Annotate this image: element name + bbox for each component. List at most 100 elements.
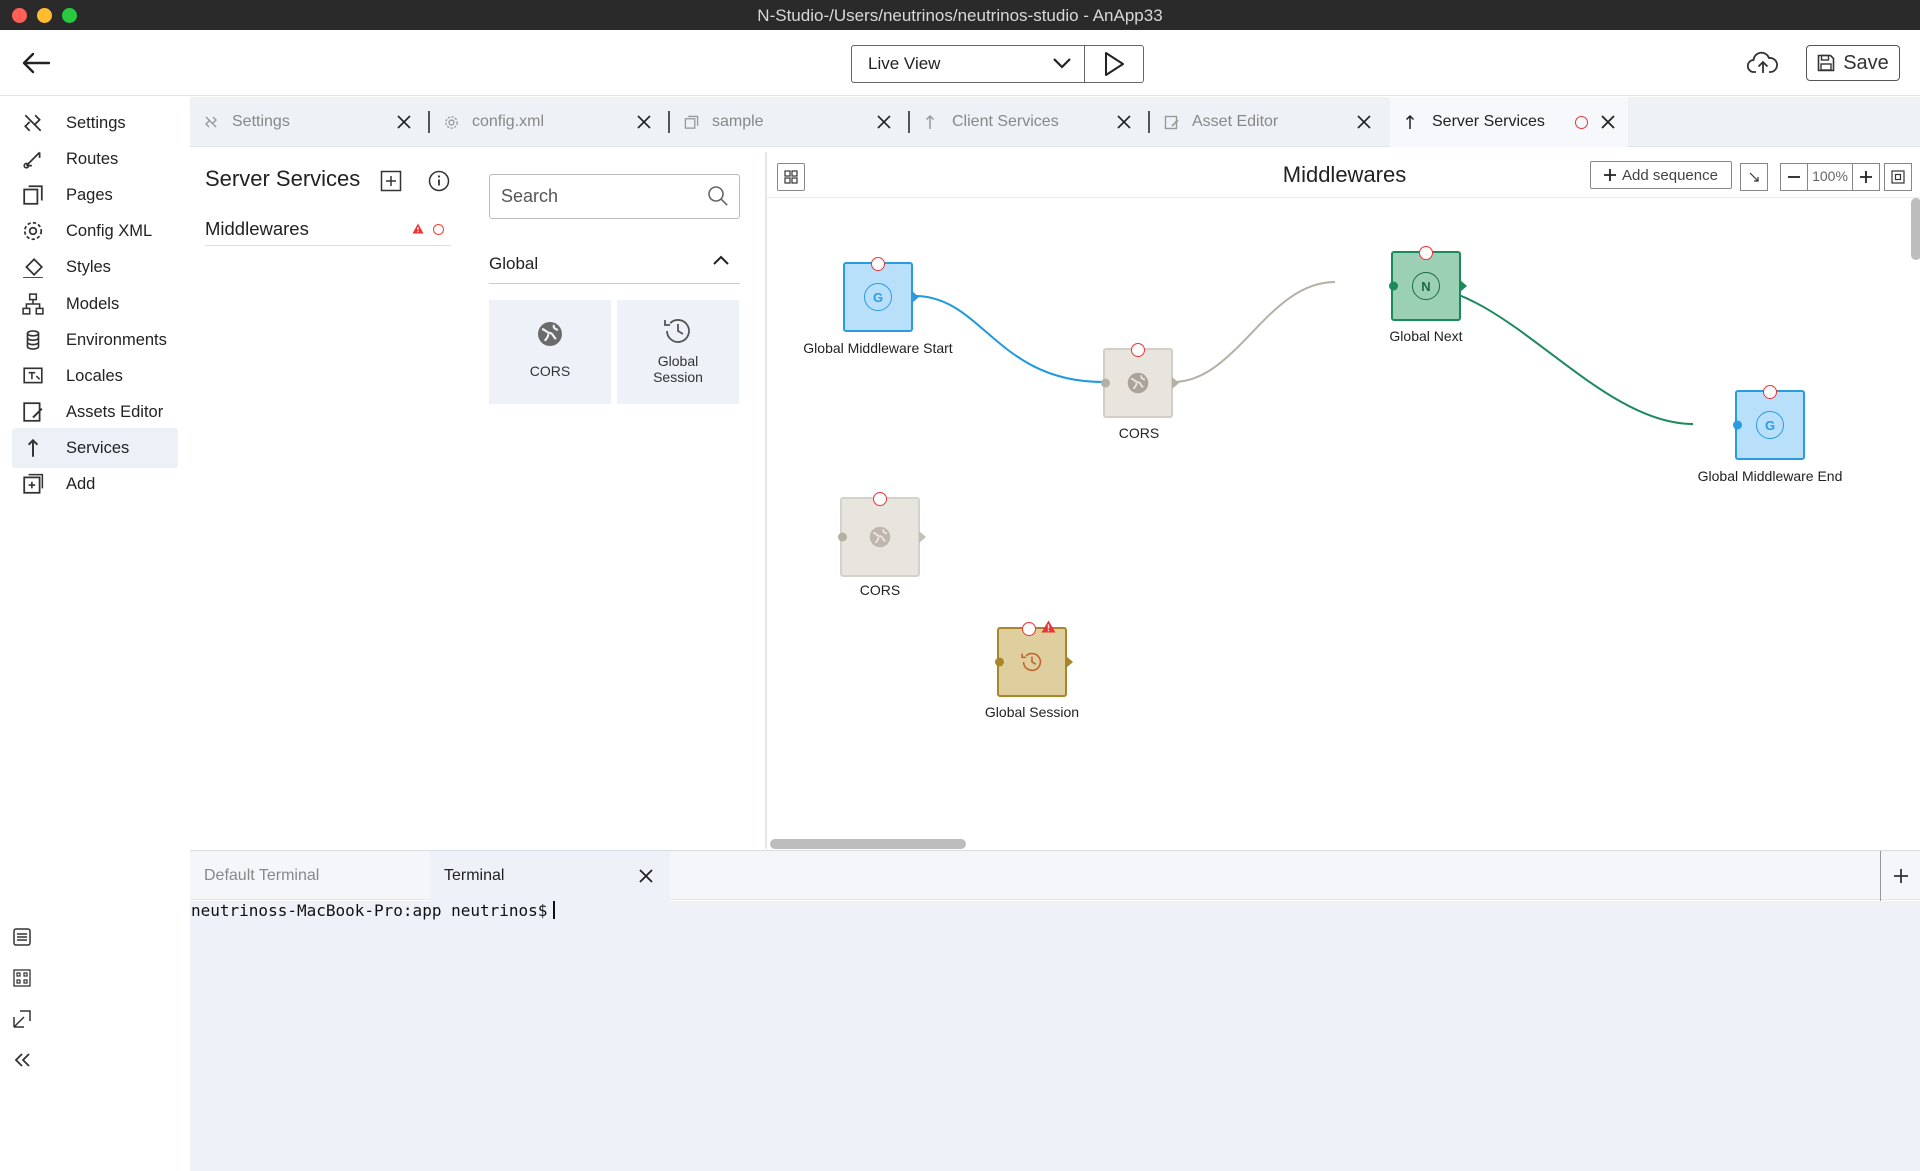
palette-card-cors[interactable]: CORS bbox=[489, 300, 611, 404]
node-global-next[interactable]: N bbox=[1389, 246, 1467, 321]
sidebar-item-models[interactable]: Models bbox=[12, 284, 178, 324]
tab-settings[interactable]: Settings bbox=[190, 97, 430, 147]
terminal-prompt-line: neutrinoss-MacBook-Pro:app neutrinos$ bbox=[191, 901, 556, 920]
close-window-button[interactable] bbox=[12, 8, 27, 23]
node-global-session[interactable] bbox=[995, 620, 1073, 697]
minimize-panel-button[interactable] bbox=[9, 1006, 35, 1032]
sidebar-item-settings[interactable]: Settings bbox=[12, 103, 178, 143]
sidebar-item-locales[interactable]: Locales bbox=[12, 356, 178, 396]
tools-icon bbox=[205, 116, 217, 128]
floppy-disk-icon bbox=[1817, 54, 1835, 72]
node-global-middleware-start[interactable]: G bbox=[843, 257, 919, 332]
terminal-tab-label: Terminal bbox=[444, 867, 505, 884]
node-input-port[interactable] bbox=[1101, 378, 1110, 388]
back-button[interactable] bbox=[18, 48, 54, 78]
tab-close-button[interactable] bbox=[1112, 110, 1136, 134]
globe-icon bbox=[538, 322, 562, 346]
tab-close-button[interactable] bbox=[1596, 110, 1620, 134]
sidebar-item-services[interactable]: Services bbox=[12, 428, 178, 468]
search-icon bbox=[708, 186, 728, 206]
tab-sample[interactable]: sample bbox=[670, 97, 910, 147]
add-service-button[interactable] bbox=[380, 170, 402, 192]
deploy-button[interactable] bbox=[1746, 48, 1780, 78]
save-button[interactable]: Save bbox=[1806, 45, 1900, 81]
maximize-window-button[interactable] bbox=[62, 8, 77, 23]
node-cors-unlinked[interactable] bbox=[838, 492, 926, 577]
run-button[interactable] bbox=[1085, 46, 1143, 82]
gear-icon bbox=[23, 221, 43, 241]
sidebar-item-label: Assets Editor bbox=[66, 402, 164, 421]
node-input-port[interactable] bbox=[995, 657, 1004, 667]
sidebar-item-environments[interactable]: Environments bbox=[12, 320, 178, 360]
plus-icon bbox=[1893, 869, 1908, 883]
terminal-close-button[interactable] bbox=[634, 864, 658, 888]
sidebar-item-pages[interactable]: Pages bbox=[12, 175, 178, 215]
unsaved-indicator-icon bbox=[433, 224, 444, 235]
server-services-panel: Server Services Middlewares bbox=[193, 152, 461, 849]
tab-terminal[interactable]: Terminal bbox=[430, 851, 670, 901]
node-status-indicator bbox=[1419, 246, 1433, 260]
terminal-tab-label: Default Terminal bbox=[204, 867, 320, 884]
sidebar-item-label: Add bbox=[66, 474, 96, 493]
toggle-list-button[interactable] bbox=[9, 924, 35, 950]
sidebar-item-styles[interactable]: Styles bbox=[12, 247, 178, 287]
minimize-window-button[interactable] bbox=[37, 8, 52, 23]
history-clock-icon bbox=[1021, 652, 1042, 672]
middleware-palette: Global CORS Global Session bbox=[468, 152, 758, 849]
node-global-middleware-end[interactable]: G bbox=[1733, 385, 1805, 460]
node-output-port[interactable] bbox=[919, 531, 926, 543]
view-mode-value: Live View bbox=[868, 54, 941, 73]
models-icon bbox=[22, 293, 44, 315]
tab-server-services[interactable]: Server Services bbox=[1390, 97, 1628, 147]
node-output-port[interactable] bbox=[1460, 280, 1467, 292]
unsaved-indicator-icon bbox=[1575, 115, 1588, 129]
sidebar-item-config-xml[interactable]: Config XML bbox=[12, 211, 178, 251]
tab-asset-editor[interactable]: Asset Editor bbox=[1150, 97, 1390, 147]
toggle-grid-button[interactable] bbox=[9, 965, 35, 991]
tab-default-terminal[interactable]: Default Terminal bbox=[190, 851, 430, 901]
node-status-indicator bbox=[1131, 343, 1145, 357]
close-icon bbox=[397, 115, 411, 129]
node-input-port[interactable] bbox=[1389, 281, 1398, 291]
palette-card-global-session[interactable]: Global Session bbox=[617, 300, 739, 404]
sidebar-item-routes[interactable]: Routes bbox=[12, 139, 178, 179]
history-clock-icon bbox=[664, 319, 690, 343]
node-glyph: N bbox=[1412, 272, 1440, 300]
tab-close-button[interactable] bbox=[392, 110, 416, 134]
node-output-port[interactable] bbox=[912, 291, 919, 303]
terminal-output[interactable]: neutrinoss-MacBook-Pro:app neutrinos$ bbox=[190, 901, 1920, 1171]
routes-icon bbox=[23, 151, 41, 169]
node-input-port[interactable] bbox=[1733, 420, 1742, 430]
list-icon bbox=[13, 928, 31, 946]
tab-close-button[interactable] bbox=[872, 110, 896, 134]
collapse-sidebar-button[interactable] bbox=[9, 1047, 35, 1073]
flow-canvas[interactable]: Middlewares Add sequence 100% G Global M… bbox=[765, 152, 1920, 849]
tab-config-xml[interactable]: config.xml bbox=[430, 97, 670, 147]
node-output-port[interactable] bbox=[1172, 377, 1179, 389]
vertical-scrollbar[interactable] bbox=[1911, 198, 1920, 260]
sidebar-item-label: Locales bbox=[66, 366, 123, 385]
view-mode-select[interactable]: Live View bbox=[852, 46, 1085, 82]
node-output-port[interactable] bbox=[1066, 656, 1073, 668]
terminal-prompt: neutrinoss-MacBook-Pro:app neutrinos$ bbox=[191, 901, 548, 920]
service-item-middlewares[interactable]: Middlewares bbox=[205, 216, 451, 246]
tab-close-button[interactable] bbox=[1352, 110, 1376, 134]
connection-cors-to-next bbox=[1172, 281, 1336, 383]
search-input[interactable] bbox=[490, 175, 705, 217]
text-cursor bbox=[553, 901, 556, 919]
sidebar-item-add[interactable]: Add bbox=[12, 464, 178, 504]
horizontal-scrollbar[interactable] bbox=[770, 839, 966, 849]
palette-group-header[interactable]: Global bbox=[489, 240, 740, 284]
palette-group-label: Global bbox=[489, 254, 539, 273]
tab-close-button[interactable] bbox=[632, 110, 656, 134]
service-arrow-icon bbox=[1405, 114, 1415, 129]
tab-client-services[interactable]: Client Services bbox=[910, 97, 1150, 147]
chevron-down-icon bbox=[1053, 58, 1071, 69]
sidebar-item-assets-editor[interactable]: Assets Editor bbox=[12, 392, 178, 432]
new-terminal-button[interactable] bbox=[1880, 851, 1920, 901]
node-input-port[interactable] bbox=[838, 532, 847, 542]
node-cors[interactable] bbox=[1101, 343, 1179, 418]
connection-lines bbox=[914, 281, 1694, 425]
info-button[interactable] bbox=[428, 170, 450, 192]
node-label: CORS bbox=[1118, 425, 1160, 441]
